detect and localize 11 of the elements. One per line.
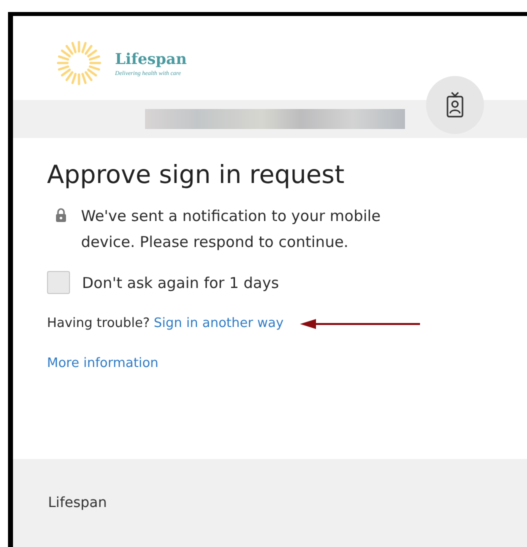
trouble-text: Having trouble? [47,316,150,331]
sun-logo-icon [57,41,101,85]
sign-in-another-way-link[interactable]: Sign in another way [154,316,284,331]
more-information-link[interactable]: More information [47,356,158,371]
checkbox[interactable] [47,271,70,294]
checkbox-label: Don't ask again for 1 days [82,274,279,292]
notification-message: We've sent a notification to your mobile device. Please respond to continue. [81,206,382,253]
brand-name: Lifespan [115,50,187,68]
footer-text: Lifespan [48,495,107,511]
lock-icon [55,208,67,222]
page-heading: Approve sign in request [47,160,346,189]
